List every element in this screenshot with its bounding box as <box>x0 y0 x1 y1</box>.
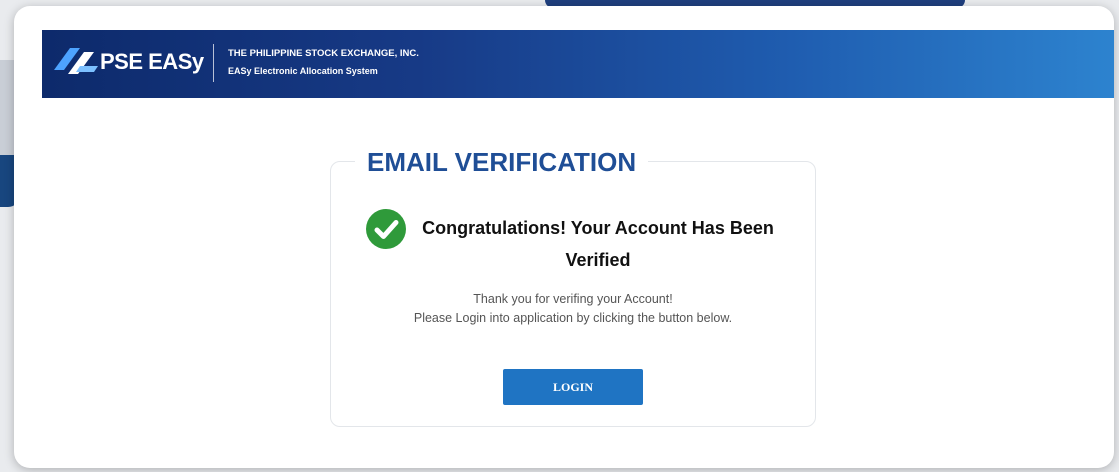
logo-divider <box>213 44 214 82</box>
app-header: PSE EASy THE PHILIPPINE STOCK EXCHANGE, … <box>42 30 1114 98</box>
organization-name: THE PHILIPPINE STOCK EXCHANGE, INC. <box>228 48 419 59</box>
system-name: EASy Electronic Allocation System <box>228 66 378 76</box>
instructions-line-1: Thank you for verifing your Account! <box>473 292 673 306</box>
verification-panel: EMAIL VERIFICATION Congratulations! Your… <box>330 140 816 427</box>
page-title: EMAIL VERIFICATION <box>355 140 649 184</box>
logo-text: PSE EASy <box>100 49 204 74</box>
verification-card: PSE EASy THE PHILIPPINE STOCK EXCHANGE, … <box>14 6 1114 468</box>
check-circle-icon <box>366 209 406 249</box>
pse-logo-icon <box>54 48 98 74</box>
login-button[interactable]: LOGIN <box>503 369 643 405</box>
instructions-text: Thank you for verifing your Account! Ple… <box>393 290 753 328</box>
instructions-line-2: Please Login into application by clickin… <box>413 311 733 325</box>
success-message: Congratulations! Your Account Has Been V… <box>422 218 774 270</box>
